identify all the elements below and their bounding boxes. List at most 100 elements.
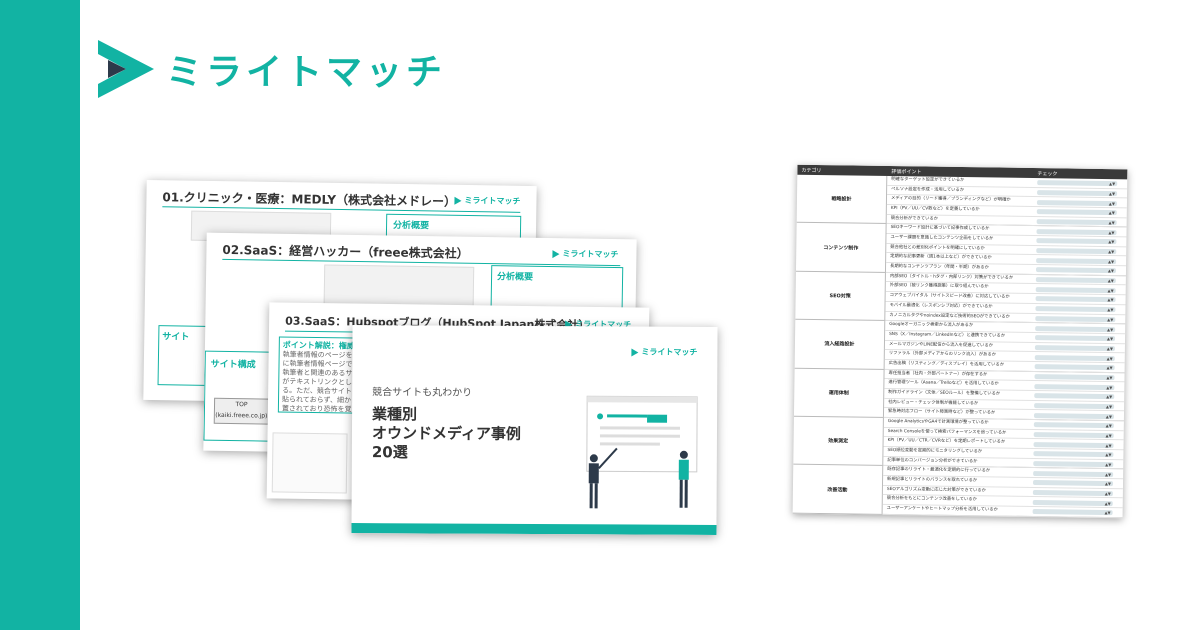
analysis-box-label: 分析概要 [496, 272, 534, 283]
site-structure-label: サイト構成 [210, 359, 256, 371]
check-select[interactable]: ▲▼ [1036, 199, 1117, 206]
point-text: 内部SEO（タイトル・hタグ・内部リンク）対策ができているか [889, 273, 1014, 281]
point-text: ペルソナ設定を作成・活用しているか [891, 186, 965, 193]
cover-title-line: 業種別 [372, 405, 418, 424]
check-select[interactable]: ▲▼ [1032, 480, 1114, 487]
point-text: モバイル最適化（レスポンシブ対応）ができているか [889, 302, 993, 310]
point-text: KPI（PV／UU／CV数など）を定義しているか [890, 206, 980, 213]
cover-title-line: 20選 [371, 443, 408, 462]
check-select[interactable]: ▲▼ [1033, 451, 1114, 458]
check-select[interactable]: ▲▼ [1033, 461, 1114, 468]
check-select[interactable]: ▲▼ [1035, 315, 1116, 323]
check-select[interactable]: ▲▼ [1035, 277, 1116, 284]
point-text: 社内レビュー・チェック体制が機能しているか [888, 399, 979, 406]
select-arrow-icon: ▲▼ [1106, 345, 1113, 352]
select-arrow-icon: ▲▼ [1106, 365, 1113, 371]
check-select[interactable]: ▲▼ [1036, 209, 1117, 216]
select-arrow-icon: ▲▼ [1105, 433, 1112, 439]
point-text: SEOキーワード設計に基づいて記事作成しているか [890, 225, 990, 232]
check-select[interactable]: ▲▼ [1034, 354, 1115, 361]
check-select[interactable]: ▲▼ [1035, 286, 1116, 293]
check-select[interactable]: ▲▼ [1032, 499, 1113, 506]
select-arrow-icon: ▲▼ [1105, 452, 1112, 458]
check-select[interactable]: ▲▼ [1034, 373, 1115, 381]
point-text: 新規記事とリライトのバランスを取れているか [887, 477, 978, 484]
check-select[interactable]: ▲▼ [1034, 393, 1115, 400]
article-screenshot [271, 432, 348, 494]
category-cell: コンテンツ制作 [795, 223, 887, 272]
logo: ミライトマッチ [98, 40, 446, 98]
point-text: 制作ガイドライン（文体／SEOルール）を整備しているか [888, 389, 1001, 397]
presentation-illustration-icon [586, 395, 698, 509]
check-select[interactable]: ▲▼ [1036, 238, 1117, 245]
header-check: チェック [1037, 171, 1058, 178]
check-select[interactable]: ▲▼ [1036, 257, 1117, 264]
check-select[interactable]: ▲▼ [1035, 325, 1116, 332]
point-text: リファラル（外部メディアからのリンク流入）があるか [888, 351, 996, 358]
check-select[interactable]: ▲▼ [1035, 335, 1116, 342]
top-node-url: (kaiki.freee.co.jp) [215, 411, 268, 420]
check-select[interactable]: ▲▼ [1033, 422, 1114, 429]
select-arrow-icon: ▲▼ [1107, 268, 1115, 274]
banner: ミライトマッチ 01.クリニック・医療：MEDLY（株式会社メドレー） ミライト… [0, 0, 1200, 630]
point-text: KPI（PV／UU／CTR／CVRなど）を定期レポートしているか [887, 438, 1006, 445]
site-screenshot [323, 264, 475, 307]
point-text: 定期的な記事更新（週1本以上など）ができているか [890, 254, 992, 261]
check-select[interactable]: ▲▼ [1034, 364, 1115, 371]
top-node-label: TOP [235, 401, 248, 409]
category-cell: 戦略設計 [796, 174, 888, 224]
check-select[interactable]: ▲▼ [1035, 306, 1116, 313]
select-arrow-icon: ▲▼ [1108, 191, 1116, 197]
check-select[interactable]: ▲▼ [1037, 180, 1118, 187]
check-select[interactable]: ▲▼ [1033, 470, 1114, 477]
check-select[interactable]: ▲▼ [1036, 248, 1117, 255]
select-arrow-icon: ▲▼ [1107, 316, 1114, 322]
select-arrow-icon: ▲▼ [1107, 258, 1115, 264]
point-text: SEO順位変動を定期的にモニタリングしているか [887, 448, 983, 455]
category-cell: 運用体制 [793, 368, 885, 417]
point-text: ユーザーアンケートやヒートマップ分析を活用しているか [886, 506, 998, 513]
cover-title-line: オウンドメディア事例 [371, 424, 521, 443]
select-arrow-icon: ▲▼ [1105, 462, 1112, 468]
cover-accent-bar [351, 523, 717, 535]
check-select[interactable]: ▲▼ [1033, 441, 1114, 448]
select-arrow-icon: ▲▼ [1106, 374, 1113, 381]
accent-sidebar-bar [0, 0, 80, 630]
checklist-table: カテゴリ 評価ポイント チェック 戦略設計 明確なターゲット設定ができているか ▲▼… [792, 164, 1128, 519]
table-group: 流入経路設計 Googleオーガニック検索から流入があるか ▲▼ SNS（X／Inst… [794, 319, 1126, 373]
point-text: ユーザー課題を意識したコンテンツ企画をしているか [890, 235, 994, 242]
check-select[interactable]: ▲▼ [1032, 490, 1113, 497]
select-arrow-icon: ▲▼ [1108, 239, 1115, 245]
point-text: 外部SEO（被リンク獲得施策）に取り組んでいるか [889, 283, 989, 290]
logo-mark-icon [98, 40, 154, 98]
check-select[interactable]: ▲▼ [1036, 228, 1117, 235]
point-text: Google AnalyticsやGA4で計測環境が整っているか [887, 419, 989, 426]
slide-cover: ミライトマッチ 競合サイトも丸わかり 業種別 オウンドメディア事例 20選 [351, 325, 718, 535]
check-select[interactable]: ▲▼ [1032, 509, 1113, 516]
select-arrow-icon: ▲▼ [1108, 249, 1115, 255]
point-text: 長期的なコンテンツプラン（年間・半期）があるか [890, 264, 989, 271]
point-text: 進行管理ツール（Asana／Trelloなど）を活用しているか [888, 380, 999, 387]
check-select[interactable]: ▲▼ [1034, 402, 1115, 410]
check-select[interactable]: ▲▼ [1035, 296, 1116, 303]
point-text: Search Consoleを使って検索パフォーマンスを追っているか [887, 428, 1007, 436]
select-arrow-icon: ▲▼ [1104, 500, 1111, 506]
logo-text: ミライトマッチ [166, 52, 447, 93]
check-select[interactable]: ▲▼ [1035, 267, 1117, 274]
table-group: 運用体制 専任担当者（社内・外部パートナー）が存在するか ▲▼ 進行管理ツール（Asa… [793, 368, 1125, 422]
category-cell: 改善活動 [792, 465, 884, 514]
check-select[interactable]: ▲▼ [1034, 383, 1115, 390]
check-select[interactable]: ▲▼ [1034, 344, 1115, 352]
check-select[interactable]: ▲▼ [1037, 190, 1118, 197]
top-node: TOP (kaiki.freee.co.jp) [213, 397, 270, 425]
site-box-label: サイト [162, 332, 190, 343]
check-select[interactable]: ▲▼ [1033, 412, 1115, 419]
table-group: 戦略設計 明確なターゲット設定ができているか ▲▼ ペルソナ設定を作成・活用しているか… [796, 174, 1128, 228]
select-arrow-icon: ▲▼ [1106, 394, 1113, 400]
point-text: 緊急時対応フロー（サイト障害時など）が整っているか [887, 409, 996, 416]
point-text: SNS（X／Instagram／LinkedInなど）と連携できているか [889, 331, 1006, 339]
check-select[interactable]: ▲▼ [1036, 219, 1117, 226]
slide-logo-text: ミライトマッチ [562, 249, 619, 260]
check-select[interactable]: ▲▼ [1033, 432, 1114, 439]
select-arrow-icon: ▲▼ [1104, 491, 1111, 497]
